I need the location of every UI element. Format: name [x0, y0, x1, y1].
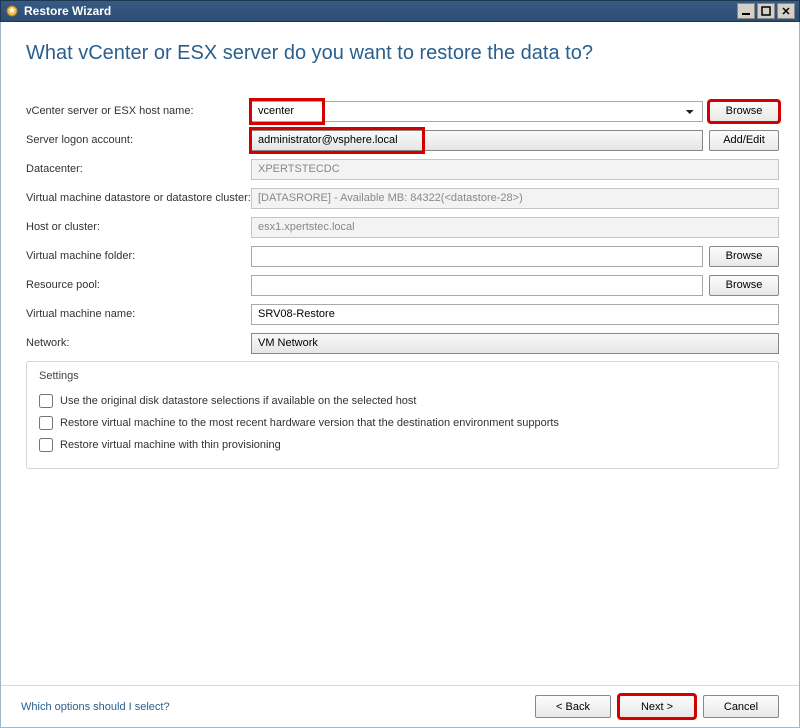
host-field: esx1.xpertstec.local — [251, 217, 779, 238]
back-button[interactable]: < Back — [535, 695, 611, 718]
addedit-button[interactable]: Add/Edit — [709, 130, 779, 151]
settings-form: vCenter server or ESX host name: vcenter… — [1, 75, 799, 489]
window-controls — [737, 3, 795, 19]
wizard-icon — [5, 4, 19, 18]
folder-browse-button[interactable]: Browse — [709, 246, 779, 267]
wizard-content: What vCenter or ESX server do you want t… — [0, 22, 800, 728]
host-label: Host or cluster: — [26, 221, 251, 233]
next-button[interactable]: Next > — [619, 695, 695, 718]
vmname-field[interactable] — [251, 304, 779, 325]
restore-latest-hwversion-label: Restore virtual machine to the most rece… — [60, 417, 559, 429]
pool-browse-button[interactable]: Browse — [709, 275, 779, 296]
network-combo[interactable]: VM Network — [251, 333, 779, 354]
datastore-label: Virtual machine datastore or datastore c… — [26, 192, 251, 204]
page-heading: What vCenter or ESX server do you want t… — [1, 22, 799, 75]
network-label: Network: — [26, 337, 251, 349]
vcenter-browse-button[interactable]: Browse — [709, 101, 779, 122]
vcenter-label: vCenter server or ESX host name: — [26, 105, 251, 117]
datacenter-label: Datacenter: — [26, 163, 251, 175]
minimize-button[interactable] — [737, 3, 755, 19]
thin-provisioning-label: Restore virtual machine with thin provis… — [60, 439, 281, 451]
wizard-footer: Which options should I select? < Back Ne… — [1, 685, 799, 727]
settings-legend: Settings — [39, 370, 766, 382]
maximize-button[interactable] — [757, 3, 775, 19]
vcenter-combo[interactable]: vcenter — [251, 101, 703, 122]
vmname-label: Virtual machine name: — [26, 308, 251, 320]
datacenter-field: XPERTSTECDC — [251, 159, 779, 180]
folder-field[interactable] — [251, 246, 703, 267]
folder-label: Virtual machine folder: — [26, 250, 251, 262]
pool-field[interactable] — [251, 275, 703, 296]
logon-label: Server logon account: — [26, 134, 251, 146]
window-title: Restore Wizard — [24, 4, 737, 18]
logon-combo[interactable]: administrator@vsphere.local — [251, 130, 703, 151]
help-link[interactable]: Which options should I select? — [21, 701, 170, 713]
thin-provisioning-checkbox[interactable] — [39, 438, 53, 452]
datastore-field: [DATASRORE] - Available MB: 84322(<datas… — [251, 188, 779, 209]
use-original-datastore-label: Use the original disk datastore selectio… — [60, 395, 417, 407]
cancel-button[interactable]: Cancel — [703, 695, 779, 718]
close-button[interactable] — [777, 3, 795, 19]
pool-label: Resource pool: — [26, 279, 251, 291]
title-bar: Restore Wizard — [0, 0, 800, 22]
use-original-datastore-checkbox[interactable] — [39, 394, 53, 408]
settings-group: Settings Use the original disk datastore… — [26, 361, 779, 469]
restore-latest-hwversion-checkbox[interactable] — [39, 416, 53, 430]
